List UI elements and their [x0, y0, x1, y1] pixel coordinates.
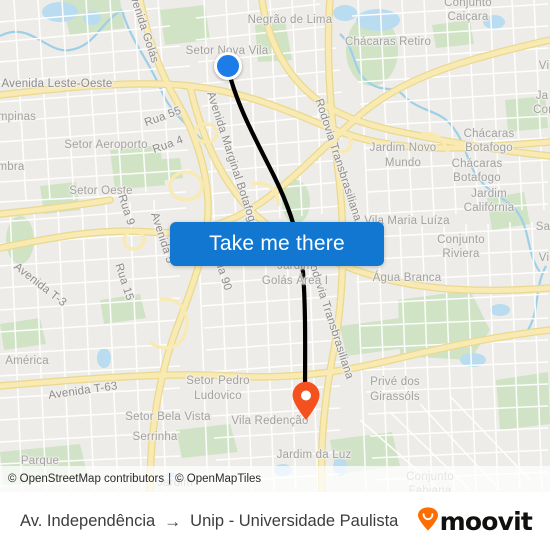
footer-bar: Av. Independência → Unip - Universidade … — [0, 492, 550, 550]
moovit-wordmark: moovit — [439, 506, 533, 536]
attribution-osm[interactable]: © OpenStreetMap contributors — [8, 473, 164, 485]
origin-dot-marker[interactable] — [214, 52, 242, 80]
take-me-there-button[interactable]: Take me there — [170, 222, 384, 266]
map-canvas[interactable]: Negrão de Lima Conjunto Caiçara Chácaras Re… — [0, 0, 550, 492]
moovit-logo[interactable]: moovit — [417, 506, 533, 536]
route-summary: Av. Independência → Unip - Universidade … — [20, 512, 398, 531]
route-destination-label: Unip - Universidade Paulista — [190, 511, 399, 530]
moovit-trip-map-screen: Negrão de Lima Conjunto Caiçara Chácaras Re… — [0, 0, 550, 550]
attribution-separator: | — [168, 473, 172, 485]
route-origin-label: Av. Independência — [20, 511, 156, 530]
destination-pin-marker[interactable] — [291, 381, 321, 421]
arrow-right-icon: → — [164, 511, 182, 531]
moovit-pin-icon — [417, 506, 439, 536]
attribution-openmaptiles[interactable]: © OpenMapTiles — [175, 473, 261, 485]
map-attribution: © OpenStreetMap contributors | © OpenMap… — [0, 466, 550, 492]
